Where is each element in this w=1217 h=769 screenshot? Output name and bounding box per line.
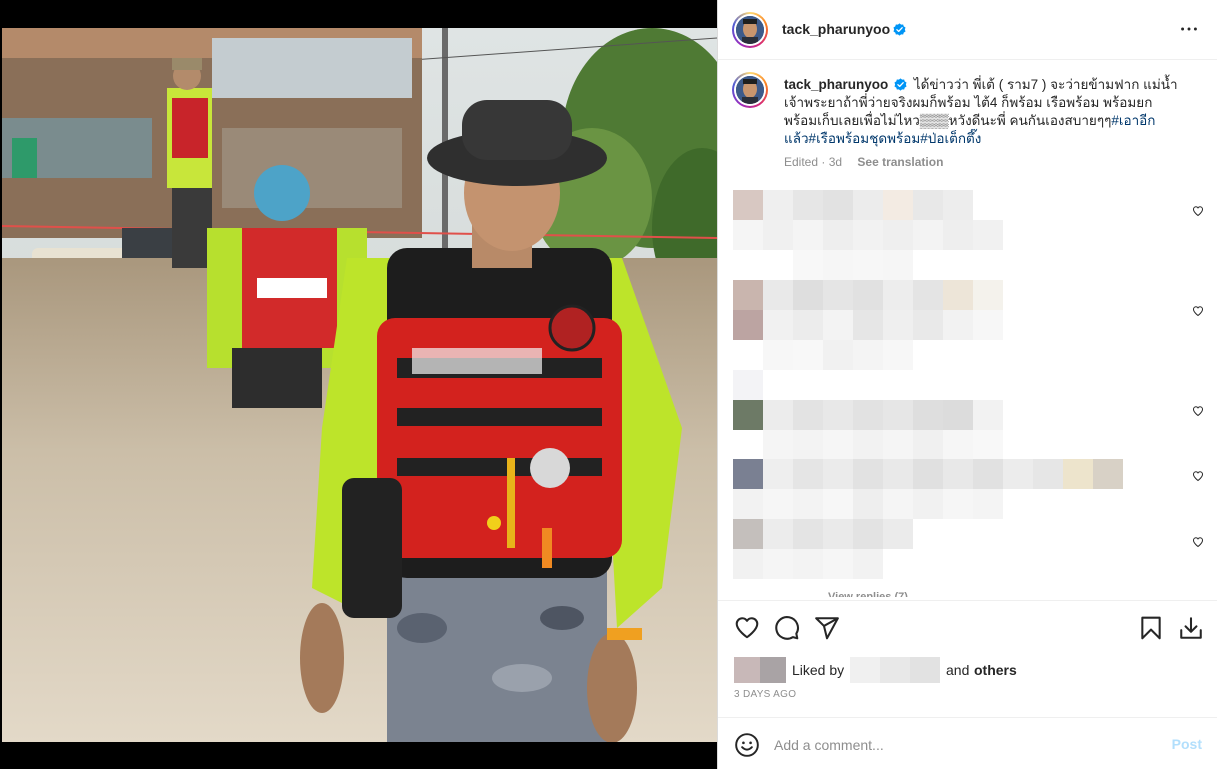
heart-icon[interactable] <box>734 615 760 641</box>
blurred-avatar <box>733 459 763 489</box>
bookmark-icon[interactable] <box>1138 615 1164 641</box>
rescue-worker-photo <box>2 28 717 742</box>
blurred-avatar <box>733 519 763 549</box>
post-caption: tack_pharunyoo ได้ข่าวว่า พี่เต้ ( ราม7 … <box>784 76 1184 148</box>
comment-icon[interactable] <box>774 615 800 641</box>
smile-icon[interactable] <box>734 732 760 758</box>
media-letterbox-top <box>0 0 717 28</box>
add-comment-bar: Post <box>718 717 1217 769</box>
edited-label: Edited · 3d <box>784 155 843 169</box>
liker-avatar[interactable] <box>734 657 760 683</box>
post-media[interactable] <box>0 0 717 769</box>
likes-and-label: and <box>946 662 970 678</box>
liker-avatar[interactable] <box>760 657 786 683</box>
author-avatar[interactable] <box>732 12 768 48</box>
view-replies-link[interactable]: View replies (7) <box>828 587 908 597</box>
liker-username[interactable] <box>850 657 880 683</box>
comment-like-icon[interactable] <box>1192 205 1204 217</box>
author-username[interactable]: tack_pharunyoo <box>782 21 890 37</box>
comment-like-icon[interactable] <box>1192 405 1204 417</box>
blurred-avatar <box>733 190 763 220</box>
liked-by-label: Liked by <box>792 662 845 678</box>
comments-section[interactable]: tack_pharunyoo ได้ข่าวว่า พี่เต้ ( ราม7 … <box>718 60 1217 600</box>
comment-input[interactable] <box>774 732 1154 758</box>
caption-verified-badge-icon <box>894 78 907 91</box>
avatar-photo <box>736 16 764 44</box>
send-icon[interactable] <box>814 615 840 641</box>
post-header: tack_pharunyoo <box>718 0 1217 60</box>
more-horizontal-icon[interactable] <box>1178 18 1200 40</box>
comment-like-icon[interactable] <box>1192 305 1204 317</box>
post-sidebar: tack_pharunyoo tack_pharunyoo ได้ข่าวว่า… <box>717 0 1217 769</box>
comment-like-icon[interactable] <box>1192 536 1204 548</box>
comment-like-icon[interactable] <box>1192 470 1204 482</box>
post-photo <box>2 28 717 742</box>
blurred-avatar <box>733 400 763 430</box>
likes-summary: Liked by and others <box>734 657 1204 683</box>
see-translation-link[interactable]: See translation <box>857 155 943 169</box>
post-actions: Liked by and others 3 DAYS AGO <box>718 600 1217 717</box>
verified-badge-icon <box>893 23 906 36</box>
likes-others-link[interactable]: others <box>974 662 1017 678</box>
post-comment-button[interactable]: Post <box>1172 736 1202 752</box>
blurred-avatar <box>733 280 763 310</box>
media-letterbox-bottom <box>0 742 717 769</box>
post-timestamp[interactable]: 3 DAYS AGO <box>734 689 796 700</box>
caption-avatar-photo <box>736 76 764 104</box>
caption-username[interactable]: tack_pharunyoo <box>784 77 888 92</box>
caption-meta: Edited · 3d See translation <box>784 155 943 169</box>
download-icon[interactable] <box>1178 615 1204 641</box>
caption-avatar[interactable] <box>732 72 768 108</box>
